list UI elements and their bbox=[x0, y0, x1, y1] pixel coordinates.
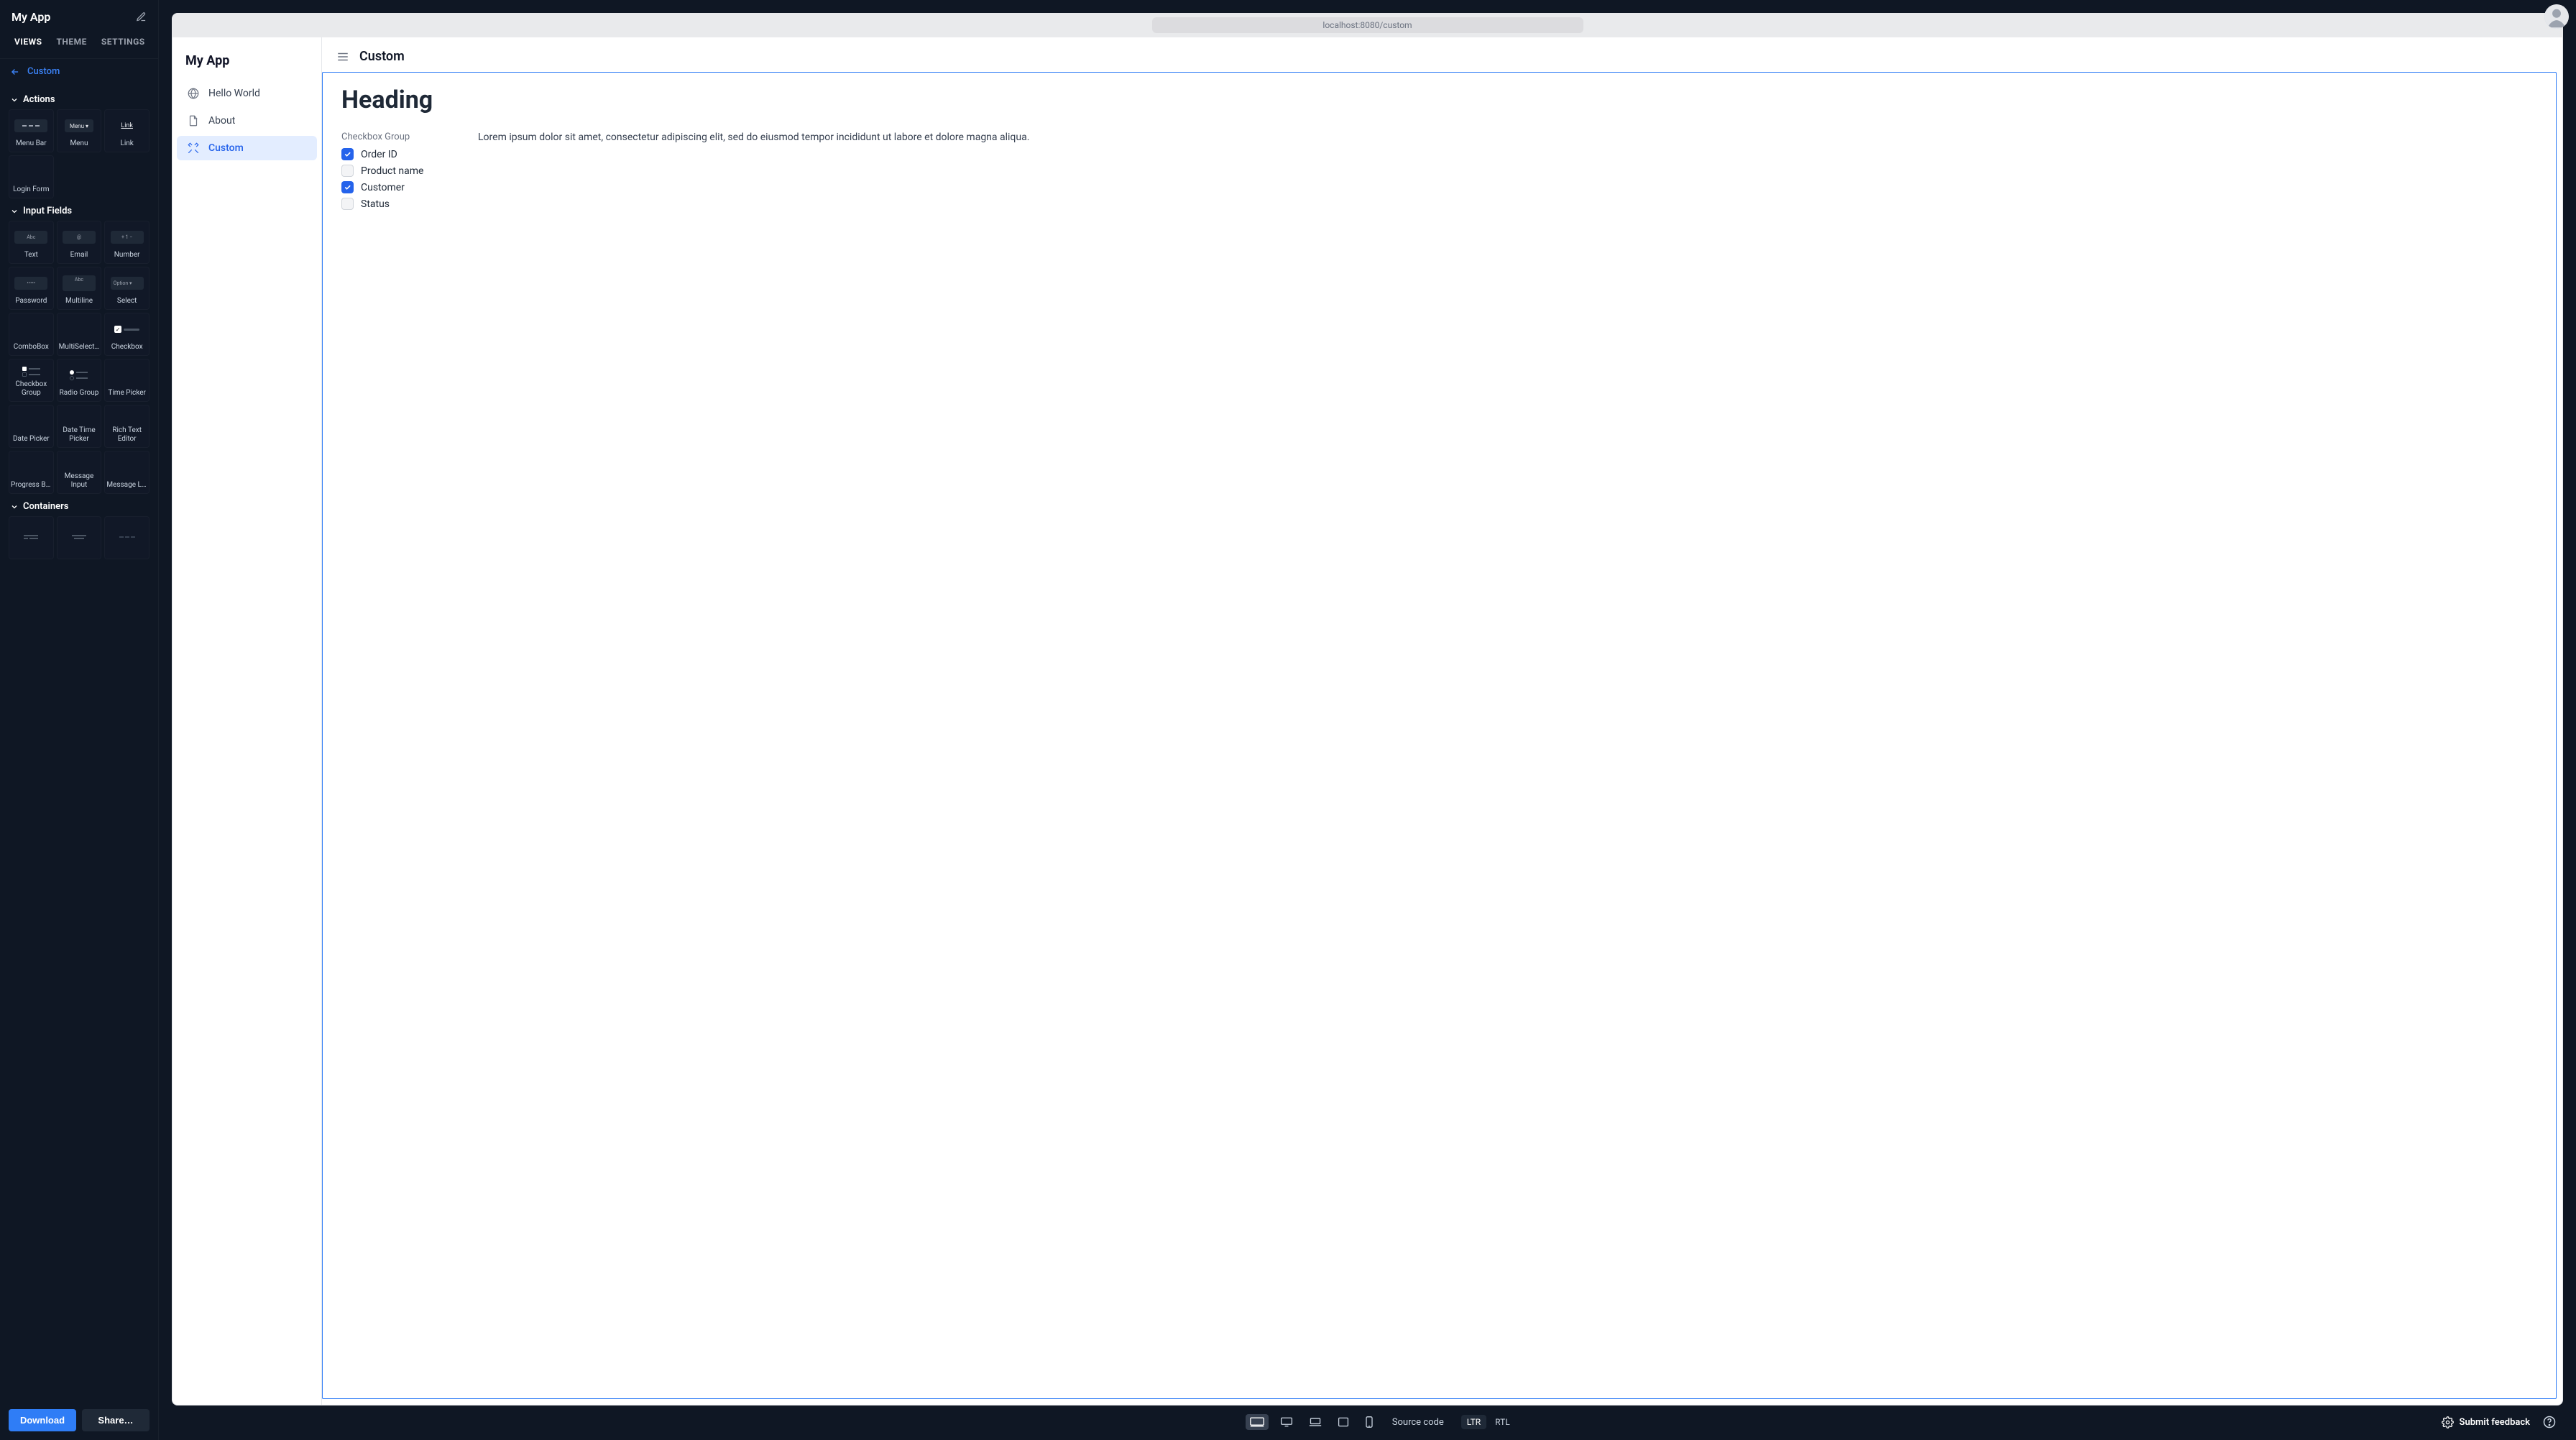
palette-rich-text[interactable]: Rich Text Editor bbox=[104, 405, 150, 448]
device-desktop-icon[interactable] bbox=[1276, 1414, 1297, 1430]
palette-select[interactable]: Option ▾Select bbox=[104, 267, 150, 310]
document-icon bbox=[187, 114, 200, 127]
palette-radio-group[interactable]: Radio Group bbox=[57, 359, 102, 402]
checkbox-option[interactable]: Product name bbox=[341, 165, 435, 177]
checkbox-group-label: Checkbox Group bbox=[341, 132, 435, 142]
palette-container-1[interactable] bbox=[9, 516, 54, 559]
source-code-link[interactable]: Source code bbox=[1392, 1417, 1444, 1428]
rtl-toggle[interactable]: RTL bbox=[1489, 1415, 1516, 1429]
checkbox-label: Status bbox=[361, 198, 390, 210]
component-palette: Actions Menu Bar Menu ▾ Menu Link Link L… bbox=[0, 84, 158, 1402]
containers-grid bbox=[9, 516, 150, 559]
paragraph-component[interactable]: Lorem ipsum dolor sit amet, consectetur … bbox=[478, 132, 1029, 143]
palette-number[interactable]: + 1 −Number bbox=[104, 221, 150, 264]
feedback-icon bbox=[2442, 1416, 2454, 1428]
palette-email[interactable]: @Email bbox=[57, 221, 102, 264]
globe-icon bbox=[187, 87, 200, 100]
palette-time-picker[interactable]: Time Picker bbox=[104, 359, 150, 402]
checkbox-label: Customer bbox=[361, 182, 405, 193]
palette-container-3[interactable] bbox=[104, 516, 150, 559]
palette-checkbox-group[interactable]: Checkbox Group bbox=[9, 359, 54, 402]
device-tablet-icon[interactable] bbox=[1333, 1414, 1353, 1430]
checkbox-option[interactable]: Status bbox=[341, 198, 435, 210]
palette-link[interactable]: Link Link bbox=[104, 109, 150, 152]
section-inputs-header[interactable]: Input Fields bbox=[9, 198, 150, 221]
sidebar-tabs: VIEWS THEME SETTINGS bbox=[0, 29, 158, 59]
url-field[interactable]: localhost:8080/custom bbox=[1152, 17, 1583, 33]
preview-canvas: My App Hello World About Custom bbox=[172, 37, 2563, 1405]
checkbox-label: Product name bbox=[361, 165, 423, 177]
user-avatar[interactable] bbox=[2544, 4, 2569, 29]
palette-multiline[interactable]: AbcMultiline bbox=[57, 267, 102, 310]
direction-switch: LTR RTL bbox=[1461, 1415, 1516, 1429]
palette-text[interactable]: AbcText bbox=[9, 221, 54, 264]
palette-multiselect[interactable]: MultiSelectCombo bbox=[57, 313, 102, 356]
device-laptop-icon[interactable] bbox=[1305, 1414, 1326, 1430]
checkbox-box[interactable] bbox=[341, 148, 354, 160]
checkbox-option[interactable]: Customer bbox=[341, 181, 435, 193]
checkbox-label: Order ID bbox=[361, 149, 397, 160]
preview-nav-about[interactable]: About bbox=[177, 109, 317, 133]
sidebar-footer: Download Share… bbox=[0, 1402, 158, 1440]
palette-datetime-picker[interactable]: Date Time Picker bbox=[57, 405, 102, 448]
bottom-bar: Source code LTR RTL Submit feedback bbox=[172, 1405, 2563, 1434]
tools-icon bbox=[187, 142, 200, 155]
chevron-down-icon bbox=[10, 96, 19, 104]
ltr-toggle[interactable]: LTR bbox=[1461, 1415, 1486, 1429]
download-button[interactable]: Download bbox=[9, 1409, 76, 1431]
selected-layout[interactable]: Heading Checkbox Group Order ID Product n… bbox=[322, 72, 2557, 1399]
palette-password[interactable]: •••••Password bbox=[9, 267, 54, 310]
palette-menu[interactable]: Menu ▾ Menu bbox=[57, 109, 102, 152]
preview-view-title: Custom bbox=[359, 49, 405, 64]
palette-date-picker[interactable]: Date Picker bbox=[9, 405, 54, 448]
preview-main: Custom Heading Checkbox Group Order ID Pr… bbox=[322, 37, 2562, 1405]
canvas-wrap: localhost:8080/custom My App Hello World… bbox=[172, 13, 2563, 1405]
palette-message-list[interactable]: Message List bbox=[104, 451, 150, 494]
actions-grid: Menu Bar Menu ▾ Menu Link Link Login For… bbox=[9, 109, 150, 198]
section-actions-header[interactable]: Actions bbox=[9, 87, 150, 109]
chevron-down-icon bbox=[10, 207, 19, 216]
palette-progress[interactable]: Progress Bar bbox=[9, 451, 54, 494]
device-desktop-wide-icon[interactable] bbox=[1246, 1414, 1269, 1430]
app-name: My App bbox=[12, 10, 50, 24]
palette-login-form[interactable]: Login Form bbox=[9, 155, 54, 198]
preview-nav-custom[interactable]: Custom bbox=[177, 136, 317, 160]
tab-settings[interactable]: SETTINGS bbox=[101, 37, 145, 52]
url-bar: localhost:8080/custom bbox=[172, 13, 2563, 37]
arrow-left-icon bbox=[10, 67, 20, 77]
checkbox-group-component[interactable]: Checkbox Group Order ID Product name Custo… bbox=[341, 132, 435, 214]
section-containers-header[interactable]: Containers bbox=[9, 494, 150, 516]
checkbox-option[interactable]: Order ID bbox=[341, 148, 435, 160]
palette-message-input[interactable]: Message Input bbox=[57, 451, 102, 494]
device-phone-icon[interactable] bbox=[1361, 1413, 1378, 1431]
tab-theme[interactable]: THEME bbox=[57, 37, 87, 52]
checkbox-box[interactable] bbox=[341, 198, 354, 210]
checkbox-box[interactable] bbox=[341, 181, 354, 193]
tab-views[interactable]: VIEWS bbox=[14, 37, 42, 52]
preview-app-title: My App bbox=[177, 50, 317, 78]
edit-app-name-button[interactable] bbox=[136, 12, 147, 22]
back-link-label: Custom bbox=[27, 66, 60, 77]
palette-container-2[interactable] bbox=[57, 516, 102, 559]
sidebar-header: My App bbox=[0, 0, 158, 29]
palette-menu-bar[interactable]: Menu Bar bbox=[9, 109, 54, 152]
preview-nav-hello-world[interactable]: Hello World bbox=[177, 81, 317, 106]
main-area: localhost:8080/custom My App Hello World… bbox=[159, 0, 2576, 1440]
designer-sidebar: My App VIEWS THEME SETTINGS Custom Actio… bbox=[0, 0, 159, 1440]
chevron-down-icon bbox=[10, 503, 19, 511]
drawer-toggle-icon[interactable] bbox=[336, 50, 349, 63]
checkbox-box[interactable] bbox=[341, 165, 354, 177]
inputs-grid: AbcText @Email + 1 −Number •••••Password… bbox=[9, 221, 150, 494]
submit-feedback-button[interactable]: Submit feedback bbox=[2442, 1416, 2530, 1428]
back-to-views-link[interactable]: Custom bbox=[0, 59, 158, 84]
share-button[interactable]: Share… bbox=[82, 1409, 150, 1431]
help-icon[interactable] bbox=[2540, 1413, 2559, 1431]
heading-component[interactable]: Heading bbox=[341, 86, 2537, 114]
palette-combobox[interactable]: ComboBox bbox=[9, 313, 54, 356]
palette-checkbox[interactable]: ✓Checkbox bbox=[104, 313, 150, 356]
preview-sidebar: My App Hello World About Custom bbox=[172, 37, 322, 1405]
